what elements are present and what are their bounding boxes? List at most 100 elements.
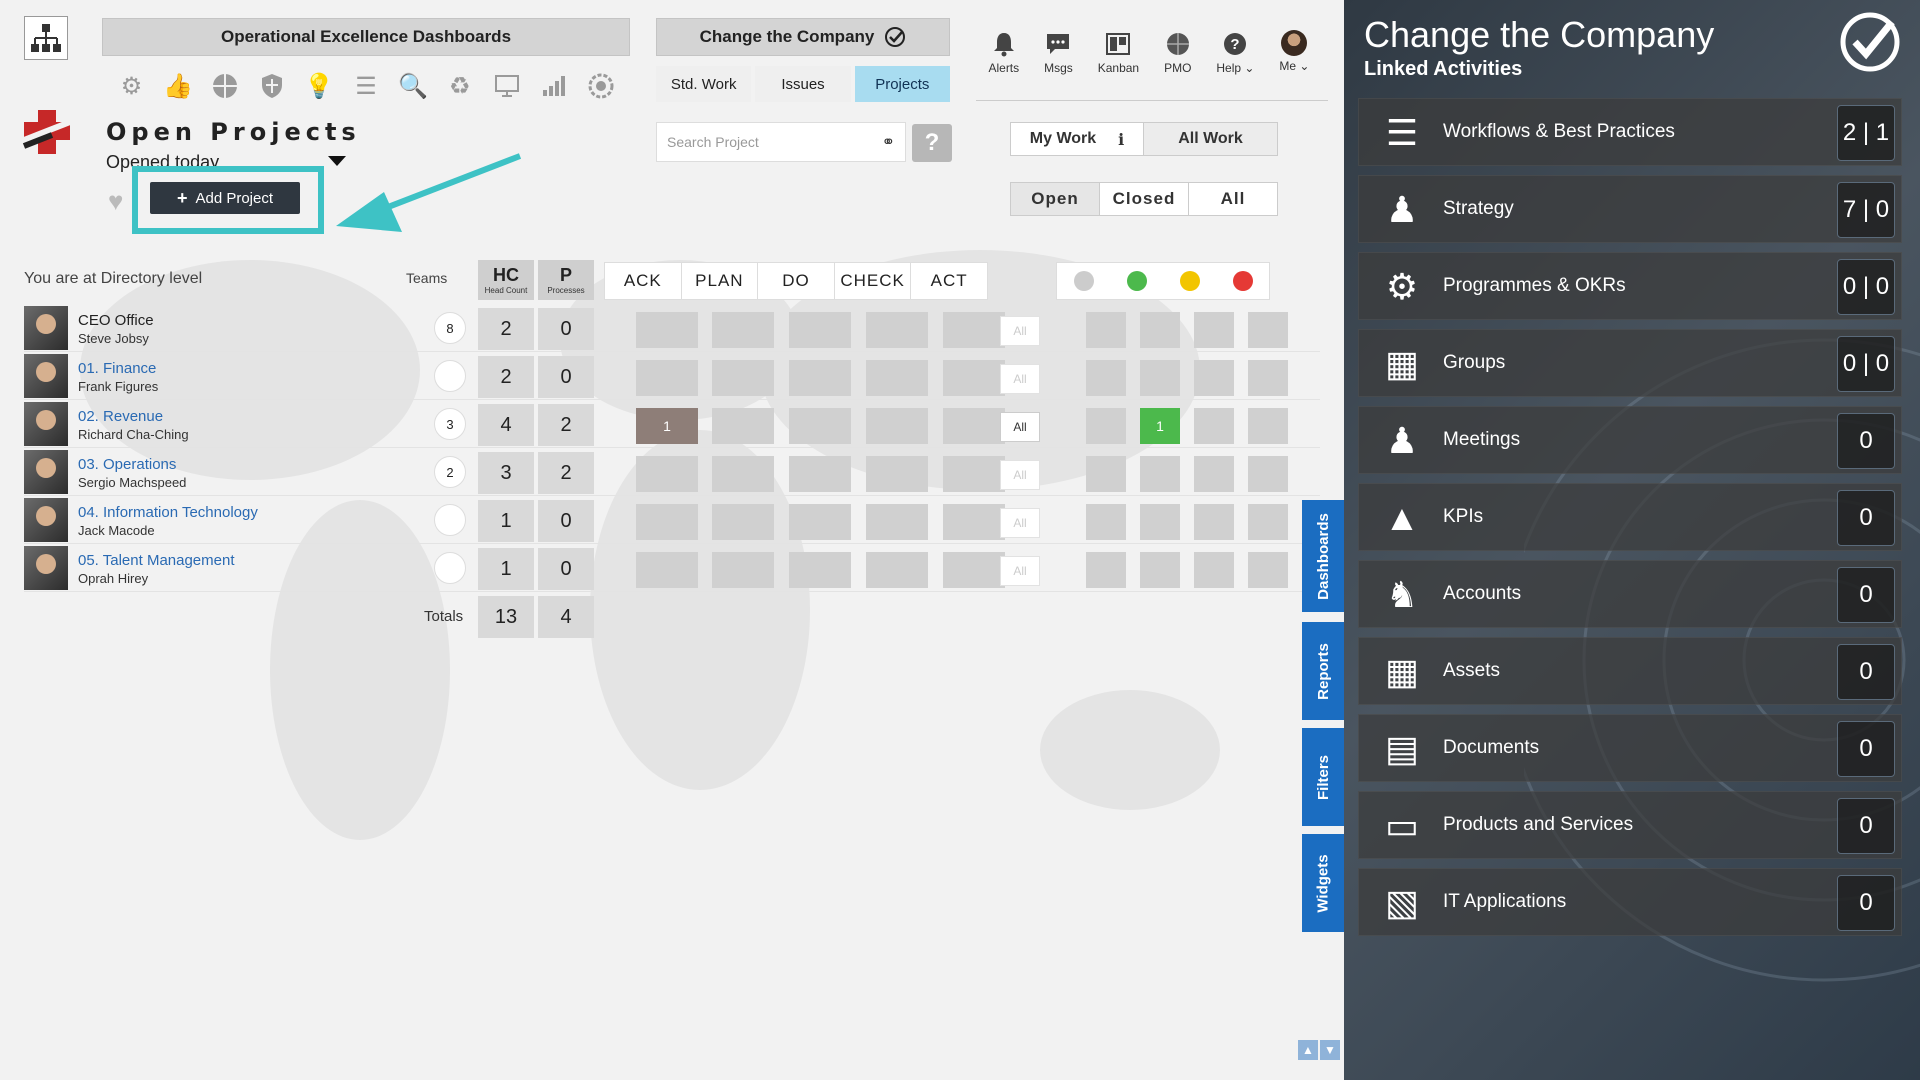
nav-help[interactable]: ? Help ⌄ [1216, 30, 1254, 86]
directory-name[interactable]: 04. Information Technology [78, 504, 258, 521]
add-project-button[interactable]: + Add Project [150, 182, 300, 214]
all-button[interactable]: All [1000, 412, 1040, 442]
directory-name[interactable]: 03. Operations [78, 456, 176, 473]
filter-all-button[interactable]: All [1189, 183, 1277, 215]
activity-workflow[interactable]: ☰ Workflows & Best Practices 2 | 1 [1358, 98, 1902, 166]
status-cell[interactable] [1086, 360, 1126, 396]
phase-cell-do[interactable] [789, 408, 851, 444]
activity-documents[interactable]: ▤ Documents 0 [1358, 714, 1902, 782]
thumbs-up-icon[interactable]: 👍 [161, 69, 195, 103]
phase-cell-ack[interactable] [636, 552, 698, 588]
phase-cell-act[interactable] [943, 456, 1005, 492]
all-button[interactable]: All [1000, 556, 1040, 586]
my-work-button[interactable]: My Work i [1011, 123, 1144, 155]
phase-cell-do[interactable] [789, 312, 851, 348]
phase-cell-act[interactable] [943, 360, 1005, 396]
activity-meetings[interactable]: ♟ Meetings 0 [1358, 406, 1902, 474]
binoculars-icon[interactable]: ⚭ [882, 132, 895, 152]
activity-kpi[interactable]: ▲ KPIs 0 [1358, 483, 1902, 551]
side-tab-dashboards[interactable]: Dashboards [1302, 500, 1344, 612]
nav-msgs[interactable]: Msgs [1044, 30, 1073, 86]
phase-cell-plan[interactable] [712, 456, 774, 492]
brain-icon[interactable]: ⚙ [114, 69, 148, 103]
phase-cell-do[interactable] [789, 552, 851, 588]
list-icon[interactable]: ☰ [349, 69, 383, 103]
status-cell[interactable] [1194, 456, 1234, 492]
nav-kanban[interactable]: Kanban [1098, 30, 1139, 86]
status-cell[interactable] [1194, 360, 1234, 396]
status-cell[interactable] [1086, 504, 1126, 540]
phase-cell-act[interactable] [943, 552, 1005, 588]
activity-count[interactable]: 0 [1837, 490, 1895, 546]
teams-count[interactable] [434, 360, 466, 392]
status-cell[interactable] [1194, 552, 1234, 588]
phase-cell-do[interactable] [789, 360, 851, 396]
scroll-down-icon[interactable]: ▼ [1320, 1040, 1340, 1060]
status-cell[interactable] [1194, 408, 1234, 444]
status-cell[interactable] [1086, 408, 1126, 444]
activity-count[interactable]: 7 | 0 [1837, 182, 1895, 238]
phase-cell-act[interactable] [943, 312, 1005, 348]
org-chart-logo[interactable] [24, 16, 68, 60]
phase-cell-plan[interactable] [712, 552, 774, 588]
activity-count[interactable]: 0 [1837, 875, 1895, 931]
status-cell[interactable] [1140, 312, 1180, 348]
nav-me[interactable]: Me ⌄ [1279, 30, 1309, 86]
activity-it-applications[interactable]: ▧ IT Applications 0 [1358, 868, 1902, 936]
dashboards-title[interactable]: Operational Excellence Dashboards [102, 18, 630, 56]
status-cell[interactable] [1248, 408, 1288, 444]
shield-icon[interactable] [255, 69, 289, 103]
activity-products[interactable]: ▭ Products and Services 0 [1358, 791, 1902, 859]
lightbulb-icon[interactable]: 💡 [302, 69, 336, 103]
status-cell[interactable] [1194, 312, 1234, 348]
teams-count[interactable] [434, 552, 466, 584]
filter-open-button[interactable]: Open [1011, 183, 1100, 215]
phase-cell-plan[interactable] [712, 360, 774, 396]
phase-cell-ack[interactable] [636, 456, 698, 492]
status-cell[interactable] [1248, 504, 1288, 540]
help-button[interactable]: ? [912, 124, 952, 162]
table-row[interactable]: 02. Revenue Richard Cha-Ching 3 4 2 1 All 1 [24, 400, 1320, 448]
activity-strategy[interactable]: ♟ Strategy 7 | 0 [1358, 175, 1902, 243]
search-project-input[interactable]: Search Project ⚭ [656, 122, 906, 162]
teams-count[interactable]: 3 [434, 408, 466, 440]
activity-assets[interactable]: ▦ Assets 0 [1358, 637, 1902, 705]
activity-count[interactable]: 0 [1837, 798, 1895, 854]
phase-cell-act[interactable] [943, 408, 1005, 444]
tab-projects[interactable]: Projects [854, 66, 950, 102]
side-tab-widgets[interactable]: Widgets [1302, 834, 1344, 932]
nav-pmo[interactable]: PMO [1164, 30, 1191, 86]
activity-count[interactable]: 2 | 1 [1837, 105, 1895, 161]
activity-count[interactable]: 0 [1837, 413, 1895, 469]
teams-count[interactable]: 2 [434, 456, 466, 488]
phase-cell-check[interactable] [866, 504, 928, 540]
phase-cell-plan[interactable] [712, 312, 774, 348]
all-work-button[interactable]: All Work [1144, 123, 1277, 155]
table-row[interactable]: CEO Office Steve Jobsy 8 2 0 All [24, 304, 1320, 352]
status-cell[interactable] [1248, 456, 1288, 492]
phase-cell-ack[interactable] [636, 360, 698, 396]
all-button[interactable]: All [1000, 508, 1040, 538]
status-cell[interactable] [1086, 312, 1126, 348]
globe-icon[interactable] [208, 69, 242, 103]
activity-count[interactable]: 0 [1837, 721, 1895, 777]
activity-groups[interactable]: ▦ Groups 0 | 0 [1358, 329, 1902, 397]
side-tab-reports[interactable]: Reports [1302, 622, 1344, 720]
activity-accounts[interactable]: ♞ Accounts 0 [1358, 560, 1902, 628]
gear-icon[interactable] [584, 69, 618, 103]
info-icon[interactable]: i [1118, 130, 1124, 149]
favorite-heart-icon[interactable]: ♥ [108, 186, 123, 217]
context-title[interactable]: Change the Company [656, 18, 950, 56]
teams-count[interactable] [434, 504, 466, 536]
recycle-icon[interactable]: ♻ [443, 69, 477, 103]
phase-cell-act[interactable] [943, 504, 1005, 540]
table-row[interactable]: 04. Information Technology Jack Macode 1 0 A… [24, 496, 1320, 544]
scroll-up-icon[interactable]: ▲ [1298, 1040, 1318, 1060]
phase-cell-check[interactable] [866, 552, 928, 588]
status-cell[interactable]: 1 [1140, 408, 1180, 444]
filter-closed-button[interactable]: Closed [1100, 183, 1189, 215]
status-cell[interactable] [1248, 360, 1288, 396]
tab-std-work[interactable]: Std. Work [656, 66, 752, 102]
activity-count[interactable]: 0 [1837, 644, 1895, 700]
status-cell[interactable] [1140, 504, 1180, 540]
